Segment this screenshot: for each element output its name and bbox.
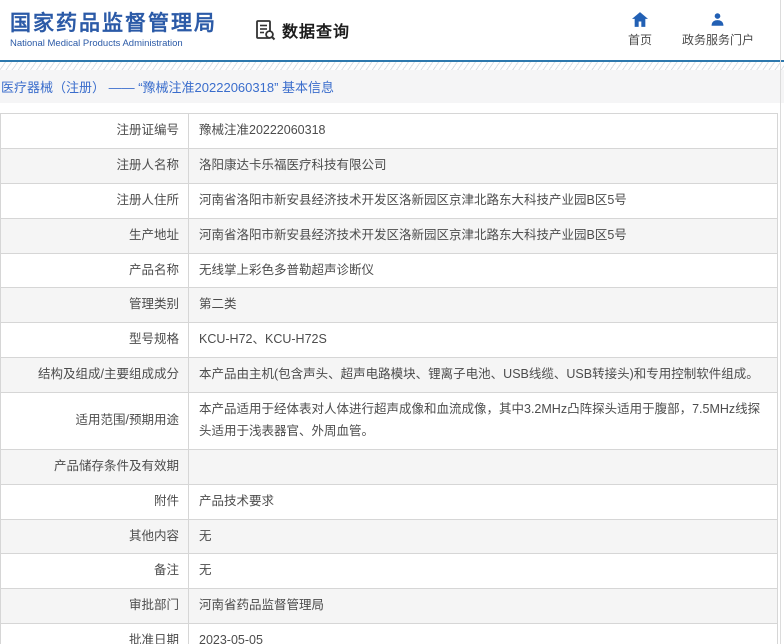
nmpa-logo[interactable]: 国家药品监督管理局 National Medical Products Admi… <box>10 11 217 49</box>
table-row: 附件 产品技术要求 <box>0 483 778 520</box>
user-icon <box>710 12 725 27</box>
row-value: 河南省洛阳市新安县经济技术开发区洛新园区京津北路东大科技产业园B区5号 <box>188 182 778 219</box>
table-row: 备注无 <box>0 553 778 590</box>
table-row: 管理类别 第二类 <box>0 287 778 324</box>
nav-home[interactable]: 首页 <box>628 12 652 48</box>
row-label: 注册证编号 <box>0 113 189 149</box>
info-table-body: 注册证编号 豫械注准20222060318 注册人名称 洛阳康达卡乐福医疗科技有限公司… <box>0 113 778 644</box>
row-label: 批准日期 <box>0 623 189 644</box>
table-row: 结构及组成/主要组成成分 本产品由主机(包含声头、超声电路模块、锂离子电池、USB… <box>0 357 778 393</box>
logo-subtitle: National Medical Products Administration <box>10 38 183 50</box>
top-navigation: 首页 政务服务门户 <box>628 12 754 48</box>
table-row: 注册人名称 洛阳康达卡乐福医疗科技有限公司 <box>0 147 778 184</box>
row-label: 结构及组成/主要组成成分 <box>0 357 189 393</box>
table-row: 生产地址 河南省洛阳市新安县经济技术开发区洛新园区京津北路东大科技产业园B区5号 <box>0 217 778 254</box>
scrollbar-track-line <box>780 0 781 644</box>
data-query-label: 数据查询 <box>282 24 351 41</box>
table-row: 批准日期 2023-05-05 <box>0 623 778 644</box>
row-label: 产品储存条件及有效期 <box>0 448 189 485</box>
row-value: 本产品由主机(包含声头、超声电路模块、锂离子电池、USB线缆、USB转接头)和专… <box>188 357 778 393</box>
row-value: 洛阳康达卡乐福医疗科技有限公司 <box>188 147 778 184</box>
table-row: 审批部门 河南省药品监督管理局 <box>0 588 778 625</box>
nav-home-label: 首页 <box>627 33 652 47</box>
nav-gov-portal-label: 政务服务门户 <box>681 33 754 47</box>
row-value: 2023-05-05 <box>188 623 778 644</box>
table-row: 产品储存条件及有效期 <box>0 448 778 485</box>
data-query-section[interactable]: 数据查询 <box>253 18 350 42</box>
table-row: 产品名称 无线掌上彩色多普勒超声诊断仪 <box>0 252 778 289</box>
row-value: 河南省药品监督管理局 <box>188 588 778 625</box>
row-value: 豫械注准20222060318 <box>188 113 778 149</box>
row-label: 其他内容 <box>0 518 189 555</box>
detail-table-wrap: 注册证编号 豫械注准20222060318 注册人名称 洛阳康达卡乐福医疗科技有限公司… <box>0 113 784 644</box>
breadcrumb-bar: 医疗器械（注册） —— “豫械注准20222060318” 基本信息 <box>0 70 784 103</box>
row-label: 生产地址 <box>0 217 189 254</box>
breadcrumb: 医疗器械（注册） —— “豫械注准20222060318” 基本信息 <box>1 80 335 95</box>
row-value: 本产品适用于经体表对人体进行超声成像和血流成像，其中3.2MHz凸阵探头适用于腹… <box>188 392 778 450</box>
hatched-strip <box>0 62 784 70</box>
row-label: 适用范围/预期用途 <box>0 392 189 450</box>
row-label: 注册人名称 <box>0 147 189 184</box>
table-row: 型号规格 KCU-H72、KCU-H72S <box>0 322 778 359</box>
row-value: 产品技术要求 <box>188 483 778 520</box>
row-value: 无线掌上彩色多普勒超声诊断仪 <box>188 252 778 289</box>
nav-gov-portal[interactable]: 政务服务门户 <box>682 12 754 48</box>
table-row: 适用范围/预期用途 本产品适用于经体表对人体进行超声成像和血流成像，其中3.2MH… <box>0 392 778 450</box>
info-table: 注册证编号 豫械注准20222060318 注册人名称 洛阳康达卡乐福医疗科技有限公司… <box>0 113 778 644</box>
row-value: 无 <box>188 518 778 555</box>
page: 国家药品监督管理局 National Medical Products Admi… <box>0 0 784 644</box>
row-label: 管理类别 <box>0 287 189 324</box>
row-label: 备注 <box>0 553 189 590</box>
row-label: 注册人住所 <box>0 182 189 219</box>
table-row: 注册证编号 豫械注准20222060318 <box>0 113 778 149</box>
row-value: 第二类 <box>188 287 778 324</box>
table-row: 注册人住所 河南省洛阳市新安县经济技术开发区洛新园区京津北路东大科技产业园B区5号 <box>0 182 778 219</box>
document-search-icon <box>253 18 277 42</box>
row-value: 河南省洛阳市新安县经济技术开发区洛新园区京津北路东大科技产业园B区5号 <box>188 217 778 254</box>
site-header: 国家药品监督管理局 National Medical Products Admi… <box>0 0 784 60</box>
row-value <box>188 448 778 485</box>
home-icon <box>631 12 648 27</box>
row-value: KCU-H72、KCU-H72S <box>188 322 778 359</box>
row-label: 附件 <box>0 483 189 520</box>
logo-title: 国家药品监督管理局 <box>10 11 217 35</box>
row-label: 产品名称 <box>0 252 189 289</box>
table-row: 其他内容无 <box>0 518 778 555</box>
row-label: 审批部门 <box>0 588 189 625</box>
row-label: 型号规格 <box>0 322 189 359</box>
row-value: 无 <box>188 553 778 590</box>
